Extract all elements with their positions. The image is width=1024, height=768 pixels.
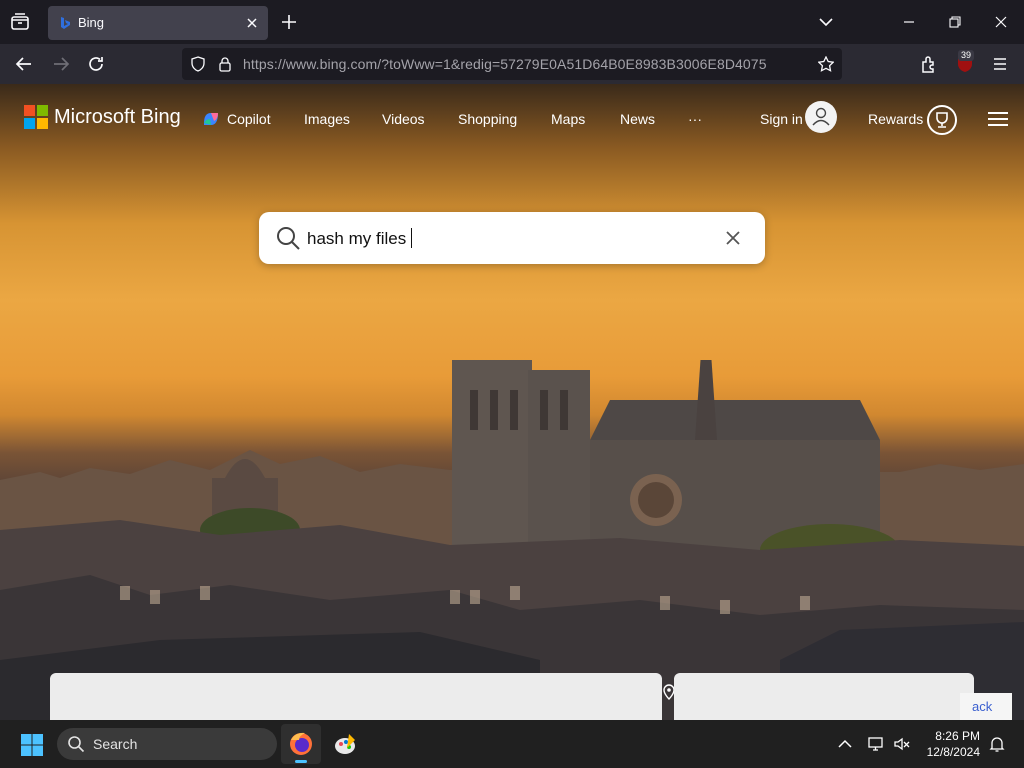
volume-muted-icon[interactable] [893,735,911,753]
browser-navigation-bar: https://www.bing.com/?toWww=1&redig=5727… [0,44,1024,84]
extensions-icon[interactable] [919,54,939,74]
brand-text: Microsoft Bing [54,106,181,128]
copilot-icon [202,111,220,127]
search-query-text: hash my files [307,229,407,248]
nav-videos[interactable]: Videos [382,111,425,127]
rewards-trophy-icon[interactable] [927,105,957,135]
nav-more[interactable]: ··· [688,111,702,127]
minimize-icon[interactable] [901,14,917,30]
close-icon[interactable] [244,15,260,31]
firefox-icon[interactable] [281,724,321,764]
network-icon[interactable] [867,735,885,753]
paint-app-icon[interactable] [325,724,365,764]
rewards-link[interactable]: Rewards [868,111,923,127]
bing-header: Microsoft Bing Copilot Images Videos Sho… [0,84,1024,154]
bing-favicon [58,16,72,30]
close-icon[interactable] [993,14,1009,30]
user-icon[interactable] [805,101,837,133]
sign-in-link[interactable]: Sign in [760,111,803,127]
bottom-card-right[interactable] [674,673,974,720]
menu-icon[interactable] [990,54,1010,74]
background-image [0,360,1024,720]
windows-taskbar: Search 8:26 PM 12/8/2024 [0,720,1024,768]
extension-badge-count: 39 [958,50,975,61]
address-bar[interactable]: https://www.bing.com/?toWww=1&redig=5727… [182,48,842,80]
tab-bing[interactable]: Bing [48,6,268,40]
feedback-text: ack [972,699,993,714]
bottom-card-left[interactable] [50,673,662,720]
nav-copilot[interactable]: Copilot [227,111,271,127]
bookmark-star-icon[interactable] [817,55,835,72]
text-caret [411,228,413,248]
feedback-button[interactable]: ack [960,693,1012,720]
windows-start-icon[interactable] [20,733,44,757]
chevron-down-icon[interactable] [818,14,834,30]
tab-list-icon[interactable] [8,10,32,34]
microsoft-logo-icon [24,105,48,129]
active-app-indicator [295,760,307,763]
url-text[interactable]: https://www.bing.com/?toWww=1&redig=5727… [243,56,767,72]
forward-arrow-icon[interactable] [51,54,71,74]
taskbar-search[interactable]: Search [57,728,277,760]
search-icon [67,735,85,753]
chevron-up-icon[interactable] [836,735,854,753]
nav-maps[interactable]: Maps [551,111,585,127]
browser-tab-strip: Bing [0,0,1024,44]
tab-title: Bing [78,15,105,30]
search-input[interactable]: hash my files [307,228,413,249]
hamburger-icon[interactable] [987,111,1009,127]
plus-icon[interactable] [280,13,298,31]
maximize-icon[interactable] [947,14,963,30]
shield-icon[interactable] [190,56,206,72]
search-box[interactable]: hash my files [259,212,765,264]
back-arrow-icon[interactable] [14,54,34,74]
notification-bell-icon[interactable] [988,735,1006,753]
nav-shopping[interactable]: Shopping [458,111,517,127]
nav-images[interactable]: Images [304,111,350,127]
search-icon[interactable] [275,225,301,251]
system-clock[interactable]: 8:26 PM 12/8/2024 [922,728,980,760]
close-icon[interactable] [724,229,742,247]
bing-homepage: Microsoft Bing Copilot Images Videos Sho… [0,84,1024,720]
clock-time: 8:26 PM [935,729,980,743]
lock-icon[interactable] [217,56,233,72]
reload-icon[interactable] [86,54,106,74]
nav-news[interactable]: News [620,111,655,127]
taskbar-search-label: Search [93,736,138,752]
clock-date: 12/8/2024 [926,745,980,759]
